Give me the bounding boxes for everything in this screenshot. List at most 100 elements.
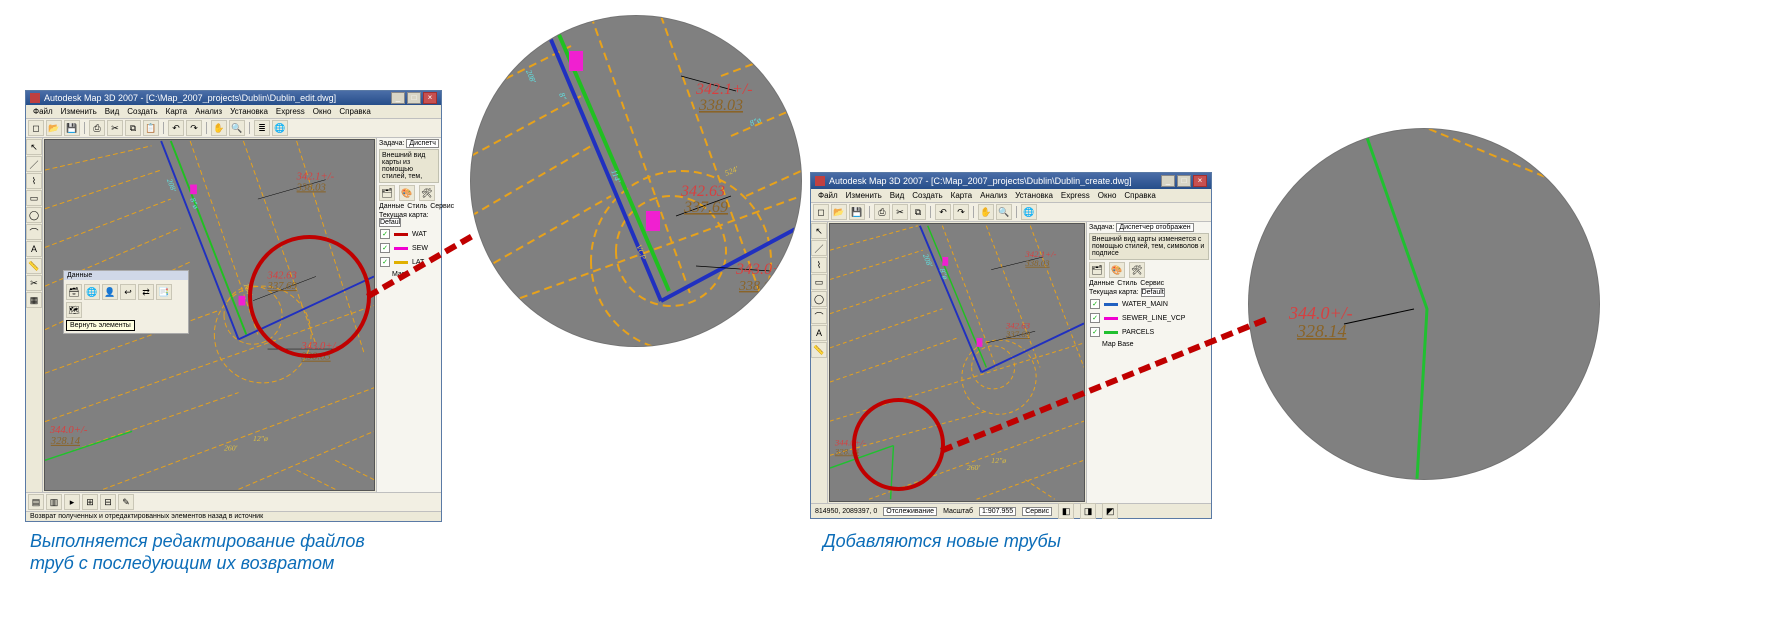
menu-create[interactable]: Создать xyxy=(909,191,945,200)
tool-3[interactable]: ⊟ xyxy=(100,494,116,510)
circle-icon[interactable]: ◯ xyxy=(811,291,827,307)
arc-icon[interactable]: ⌒ xyxy=(811,308,827,324)
palette-btn-2[interactable]: 🌐 xyxy=(84,284,100,300)
tab-service-icon[interactable]: 🛠 xyxy=(419,185,435,201)
select-icon[interactable]: ↖ xyxy=(26,139,42,155)
checkbox-icon[interactable]: ✓ xyxy=(380,243,390,253)
print-icon[interactable]: ⎙ xyxy=(89,120,105,136)
select-icon[interactable]: ↖ xyxy=(811,223,827,239)
close-button[interactable]: × xyxy=(423,92,437,104)
layer-row[interactable]: ✓LAT xyxy=(379,256,439,268)
hatch-icon[interactable]: ▦ xyxy=(26,292,42,308)
layer-row[interactable]: ✓WAT xyxy=(379,228,439,240)
copy-icon[interactable]: ⧉ xyxy=(910,204,926,220)
layer-row[interactable]: ✓SEW xyxy=(379,242,439,254)
layer-row[interactable]: ✓PARCELS xyxy=(1089,326,1209,338)
palette-title[interactable]: Данные xyxy=(64,271,188,280)
tab-data[interactable]: Данные xyxy=(379,203,404,210)
titlebar[interactable]: Autodesk Map 3D 2007 - [C:\Map_2007_proj… xyxy=(26,91,441,105)
open-icon[interactable]: 📂 xyxy=(46,120,62,136)
checkbox-icon[interactable]: ✓ xyxy=(1090,299,1100,309)
status-icon-1[interactable]: ◧ xyxy=(1058,503,1074,519)
cut-icon[interactable]: ✂ xyxy=(107,120,123,136)
polyline-icon[interactable]: ⌇ xyxy=(26,173,42,189)
tool-2[interactable]: ⊞ xyxy=(82,494,98,510)
menu-file[interactable]: Файл xyxy=(30,107,56,116)
menu-express[interactable]: Express xyxy=(273,107,308,116)
palette-btn-1[interactable]: 🗃 xyxy=(66,284,82,300)
menu-file[interactable]: Файл xyxy=(815,191,841,200)
menu-map[interactable]: Карта xyxy=(948,191,975,200)
palette-btn-6[interactable]: 📑 xyxy=(156,284,172,300)
tab-data-icon[interactable]: 🗂 xyxy=(379,185,395,201)
circle-icon[interactable]: ◯ xyxy=(26,207,42,223)
menu-map[interactable]: Карта xyxy=(163,107,190,116)
pan-icon[interactable]: ✋ xyxy=(211,120,227,136)
menu-window[interactable]: Окно xyxy=(310,107,335,116)
text-icon[interactable]: A xyxy=(26,241,42,257)
zoom-icon[interactable]: 🔍 xyxy=(996,204,1012,220)
tab-data-icon[interactable]: 🗂 xyxy=(1089,262,1105,278)
menu-setup[interactable]: Установка xyxy=(1012,191,1056,200)
menu-express[interactable]: Express xyxy=(1058,191,1093,200)
layer-row[interactable]: ✓SEWER_LINE_VCP xyxy=(1089,312,1209,324)
tab-data[interactable]: Данные xyxy=(1089,280,1114,287)
tab-service-icon[interactable]: 🛠 xyxy=(1129,262,1145,278)
pan-icon[interactable]: ✋ xyxy=(978,204,994,220)
palette-btn-7[interactable]: 🗺 xyxy=(66,302,82,318)
menu-setup[interactable]: Установка xyxy=(227,107,271,116)
tab-service[interactable]: Сервис xyxy=(430,203,454,210)
model-tab[interactable]: ▤ xyxy=(28,494,44,510)
redo-icon[interactable]: ↷ xyxy=(953,204,969,220)
polyline-icon[interactable]: ⌇ xyxy=(811,257,827,273)
layers-icon[interactable]: ≣ xyxy=(254,120,270,136)
measure-icon[interactable]: 📏 xyxy=(811,342,827,358)
layer-row[interactable]: Map Base xyxy=(1089,340,1209,349)
menu-analysis[interactable]: Анализ xyxy=(977,191,1010,200)
minimize-button[interactable]: _ xyxy=(391,92,405,104)
palette-btn-4[interactable]: ↩ xyxy=(120,284,136,300)
menu-view[interactable]: Вид xyxy=(102,107,122,116)
checkbox-icon[interactable]: ✓ xyxy=(380,229,390,239)
globe-icon[interactable]: 🌐 xyxy=(1021,204,1037,220)
rect-icon[interactable]: ▭ xyxy=(811,274,827,290)
drawing-canvas[interactable]: 342.1+/- 338.03 342.63 337.69 343.0+/- 3… xyxy=(44,139,375,491)
scale-value[interactable]: 1:907.955 xyxy=(979,507,1016,516)
tab-style[interactable]: Стиль xyxy=(407,203,427,210)
rect-icon[interactable]: ▭ xyxy=(26,190,42,206)
menu-edit[interactable]: Изменить xyxy=(843,191,885,200)
zoom-icon[interactable]: 🔍 xyxy=(229,120,245,136)
status-icon-3[interactable]: ◩ xyxy=(1102,503,1118,519)
status-icon-2[interactable]: ◨ xyxy=(1080,503,1096,519)
layer-row[interactable]: Map xyxy=(379,270,439,279)
palette-btn-5[interactable]: ⇄ xyxy=(138,284,154,300)
undo-icon[interactable]: ↶ xyxy=(168,120,184,136)
line-icon[interactable]: ／ xyxy=(26,156,42,172)
menu-analysis[interactable]: Анализ xyxy=(192,107,225,116)
palette-btn-3[interactable]: 👤 xyxy=(102,284,118,300)
checkbox-icon[interactable]: ✓ xyxy=(1090,313,1100,323)
tab-style-icon[interactable]: 🎨 xyxy=(399,185,415,201)
print-icon[interactable]: ⎙ xyxy=(874,204,890,220)
tab-service[interactable]: Сервис xyxy=(1140,280,1164,287)
tab-style[interactable]: Стиль xyxy=(1117,280,1137,287)
layout-tab[interactable]: ▥ xyxy=(46,494,62,510)
menu-window[interactable]: Окно xyxy=(1095,191,1120,200)
task-dropdown[interactable]: Диспетчер отображен xyxy=(1116,223,1193,232)
globe-icon[interactable]: 🌐 xyxy=(272,120,288,136)
open-icon[interactable]: 📂 xyxy=(831,204,847,220)
save-icon[interactable]: 💾 xyxy=(64,120,80,136)
undo-icon[interactable]: ↶ xyxy=(935,204,951,220)
service-dropdown[interactable]: Сервис xyxy=(1022,507,1052,516)
line-icon[interactable]: ／ xyxy=(811,240,827,256)
new-icon[interactable]: ◻ xyxy=(813,204,829,220)
status-snap[interactable]: Отслеживание xyxy=(883,507,937,516)
save-icon[interactable]: 💾 xyxy=(849,204,865,220)
menu-create[interactable]: Создать xyxy=(124,107,160,116)
text-icon[interactable]: A xyxy=(811,325,827,341)
titlebar[interactable]: Autodesk Map 3D 2007 - [C:\Map_2007_proj… xyxy=(811,173,1211,189)
menu-edit[interactable]: Изменить xyxy=(58,107,100,116)
close-button[interactable]: × xyxy=(1193,175,1207,187)
paste-icon[interactable]: 📋 xyxy=(143,120,159,136)
new-icon[interactable]: ◻ xyxy=(28,120,44,136)
